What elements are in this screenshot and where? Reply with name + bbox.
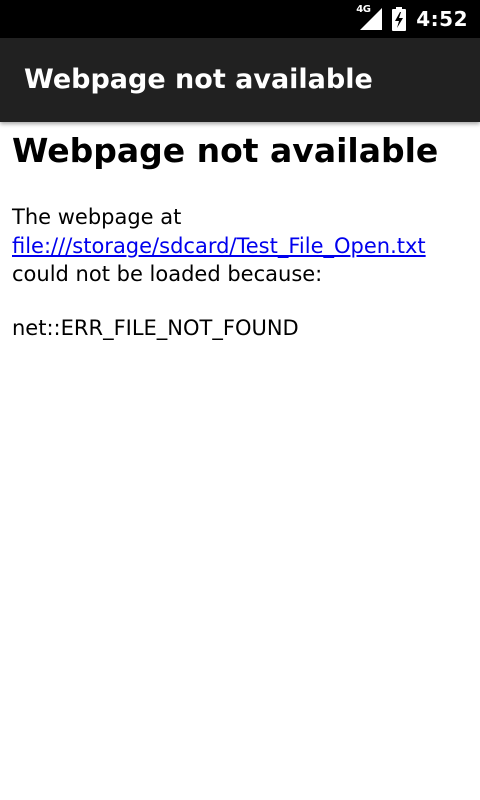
status-clock: 4:52 xyxy=(416,7,468,31)
app-bar: Webpage not available xyxy=(0,38,480,122)
error-description: The webpage at file:///storage/sdcard/Te… xyxy=(12,203,468,289)
battery-charging-icon xyxy=(392,7,407,31)
error-page: Webpage not available The webpage at fil… xyxy=(12,130,468,342)
status-icons: 4G 4:52 xyxy=(356,0,468,38)
status-bar: 4G 4:52 xyxy=(0,0,480,38)
error-url-link[interactable]: file:///storage/sdcard/Test_File_Open.tx… xyxy=(12,234,426,258)
app-title: Webpage not available xyxy=(24,64,373,95)
error-intro-text: The webpage at xyxy=(12,205,182,229)
signal-icon: 4G xyxy=(356,4,383,32)
error-reason-text: could not be loaded because: xyxy=(12,262,323,286)
error-heading: Webpage not available xyxy=(12,131,439,170)
error-code: net::ERR_FILE_NOT_FOUND xyxy=(12,315,299,340)
